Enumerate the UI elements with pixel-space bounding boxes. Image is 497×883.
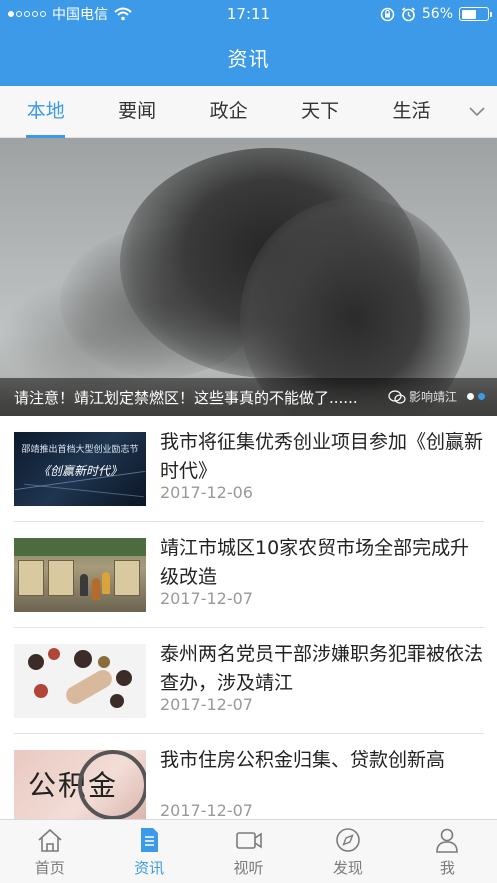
pager-dot[interactable] — [467, 393, 474, 400]
pager-dot-active[interactable] — [478, 393, 485, 400]
bottom-tab-bar: 首页 资讯 视听 发现 我 — [0, 819, 497, 883]
user-icon — [436, 828, 459, 853]
tab-world[interactable]: 天下 — [274, 86, 365, 138]
banner-caption: 请注意！靖江划定禁燃区！这些事真的不能做了...... — [14, 388, 358, 407]
news-item[interactable]: 公积金 我市住房公积金归集、贷款创新高 2017-12-07 — [14, 734, 484, 819]
tabbar-label: 发现 — [332, 859, 363, 877]
compass-icon — [336, 828, 360, 852]
home-icon — [38, 828, 62, 852]
tabbar-label: 资讯 — [134, 859, 165, 877]
tabbar-label: 我 — [439, 859, 455, 877]
chevron-down-icon — [469, 106, 485, 116]
news-date: 2017-12-07 — [160, 589, 253, 608]
video-camera-icon — [235, 832, 262, 849]
status-bar: 中国电信 17:11 56% — [0, 0, 497, 28]
news-thumbnail: 公积金 — [14, 750, 146, 819]
news-item[interactable]: 邵靖推出首档大型创业励志节 《创赢新时代》 我市将征集优秀创业项目参加《创赢新时… — [14, 416, 484, 522]
page-title: 资讯 — [227, 46, 270, 71]
news-title: 我市住房公积金归集、贷款创新高 — [160, 749, 446, 771]
tabbar-news[interactable]: 资讯 — [99, 820, 198, 883]
tabbar-label: 首页 — [34, 859, 65, 877]
tabbar-label: 视听 — [233, 859, 264, 877]
tabbar-video[interactable]: 视听 — [199, 820, 298, 883]
banner-pager — [467, 393, 485, 400]
battery-icon — [459, 7, 492, 21]
featured-banner[interactable]: 请注意！靖江划定禁燃区！这些事真的不能做了...... 影响靖江 — [0, 138, 497, 416]
news-document-icon — [141, 828, 159, 852]
news-item[interactable]: 泰州两名党员干部涉嫌职务犯罪被依法查办，涉及靖江 2017-12-07 — [14, 628, 484, 734]
tabbar-discover[interactable]: 发现 — [298, 820, 397, 883]
status-time: 17:11 — [226, 5, 271, 23]
tab-life[interactable]: 生活 — [366, 86, 457, 138]
news-title: 靖江市城区10家农贸市场全部完成升级改造 — [160, 537, 470, 588]
channel-tabs: 本地 要闻 政企 天下 生活 — [0, 86, 497, 138]
news-date: 2017-12-07 — [160, 695, 253, 714]
tab-headlines[interactable]: 要闻 — [91, 86, 182, 138]
news-list: 邵靖推出首档大型创业励志节 《创赢新时代》 我市将征集优秀创业项目参加《创赢新时… — [0, 416, 497, 819]
news-date: 2017-12-07 — [160, 801, 253, 819]
top-bar: 中国电信 17:11 56% 资讯 — [0, 0, 497, 86]
banner-watermark-text: 影响靖江 — [408, 390, 457, 404]
wechat-icon — [388, 389, 406, 404]
news-title: 我市将征集优秀创业项目参加《创赢新时代》 — [160, 431, 484, 482]
news-thumbnail — [14, 644, 146, 718]
news-date: 2017-12-06 — [160, 483, 253, 502]
tab-government[interactable]: 政企 — [183, 86, 274, 138]
tabbar-me[interactable]: 我 — [398, 820, 497, 883]
tabs-more-button[interactable] — [457, 86, 497, 138]
tabbar-home[interactable]: 首页 — [0, 820, 99, 883]
tab-local[interactable]: 本地 — [0, 86, 91, 138]
news-title: 泰州两名党员干部涉嫌职务犯罪被依法查办，涉及靖江 — [160, 643, 484, 694]
news-thumbnail — [14, 538, 146, 612]
news-thumbnail: 邵靖推出首档大型创业励志节 《创赢新时代》 — [14, 432, 146, 506]
news-item[interactable]: 靖江市城区10家农贸市场全部完成升级改造 2017-12-07 — [14, 522, 484, 628]
banner-watermark: 影响靖江 — [388, 388, 457, 405]
